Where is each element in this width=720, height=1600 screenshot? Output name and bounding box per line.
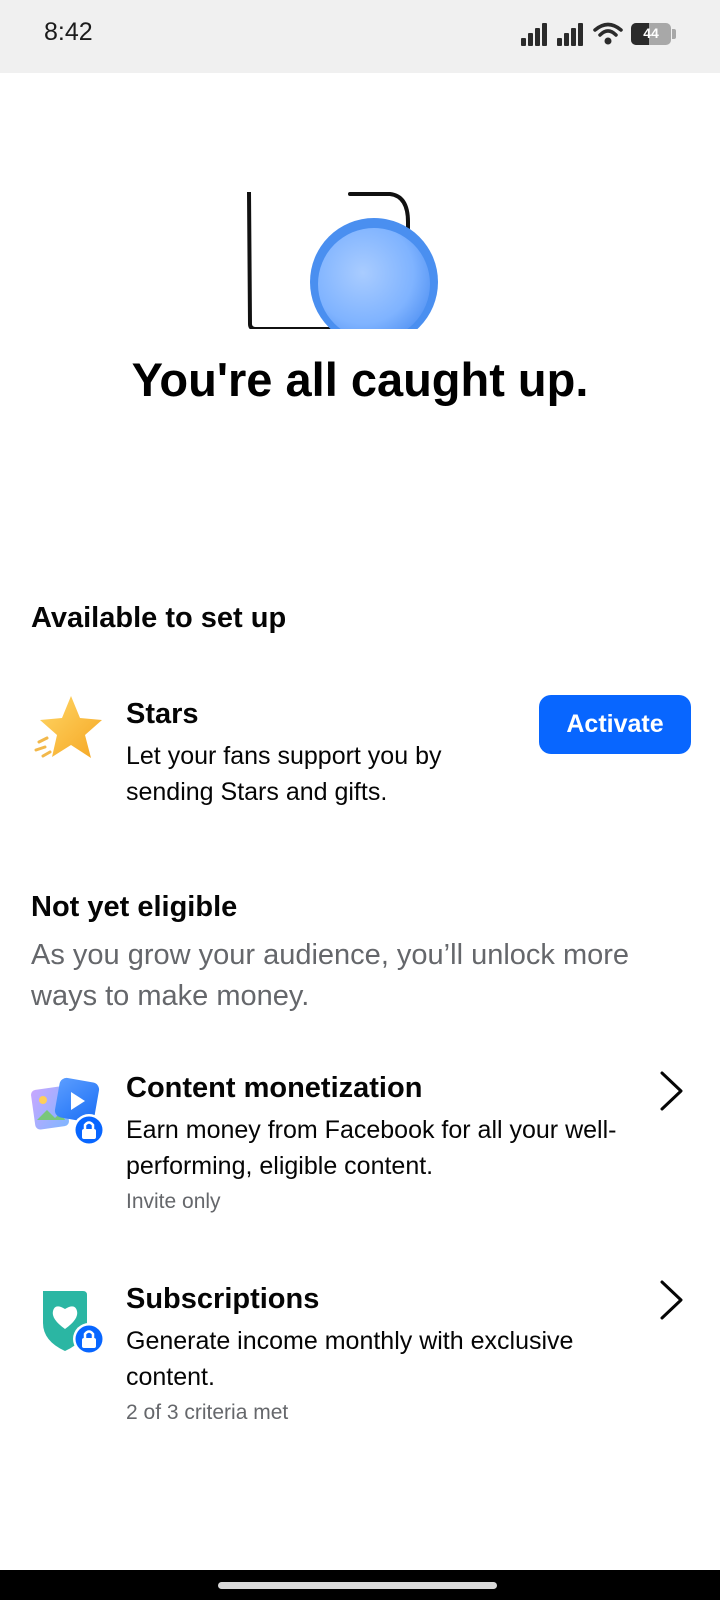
subscriptions-meta: 2 of 3 criteria met [126, 1401, 289, 1424]
caught-up-illustration [247, 192, 438, 329]
not-eligible-subtitle: As you grow your audience, you’ll unlock… [31, 939, 630, 1012]
subscriptions-heart-shield-icon [43, 1291, 105, 1355]
status-time: 8:42 [44, 18, 93, 46]
stars-title: Stars [126, 698, 199, 730]
chevron-right-icon[interactable] [656, 1279, 686, 1321]
status-icons: 44 [521, 20, 676, 48]
content-monetization-description: Earn money from Facebook for all your we… [126, 1116, 617, 1180]
content-monetization-title: Content monetization [126, 1072, 423, 1104]
star-icon [34, 696, 102, 758]
stars-description: Let your fans support you by sending Sta… [126, 742, 442, 806]
status-bar: 8:42 44 [0, 0, 720, 73]
content-monetization-row[interactable]: Content monetization Earn money from Fac… [0, 1068, 720, 1218]
home-indicator[interactable] [218, 1582, 497, 1589]
caught-up-title: You're all caught up. [131, 353, 589, 406]
battery-icon: 44 [631, 23, 671, 45]
wifi-icon [593, 22, 623, 45]
signal-icon [557, 23, 583, 46]
available-section-heading: Available to set up [31, 602, 287, 634]
chevron-right-icon[interactable] [656, 1070, 686, 1112]
battery-cap [672, 29, 676, 39]
subscriptions-row[interactable]: Subscriptions Generate income monthly wi… [0, 1279, 720, 1429]
not-eligible-section-heading: Not yet eligible [31, 891, 238, 923]
subscriptions-title: Subscriptions [126, 1283, 320, 1315]
system-nav-bar [0, 1570, 720, 1600]
subscriptions-description: Generate income monthly with exclusive c… [126, 1327, 574, 1391]
activate-button[interactable]: Activate [539, 695, 691, 754]
signal-icon [521, 23, 547, 46]
battery-level: 44 [643, 25, 659, 41]
content-monetization-meta: Invite only [126, 1190, 221, 1213]
content-monetization-icon [31, 1077, 105, 1146]
